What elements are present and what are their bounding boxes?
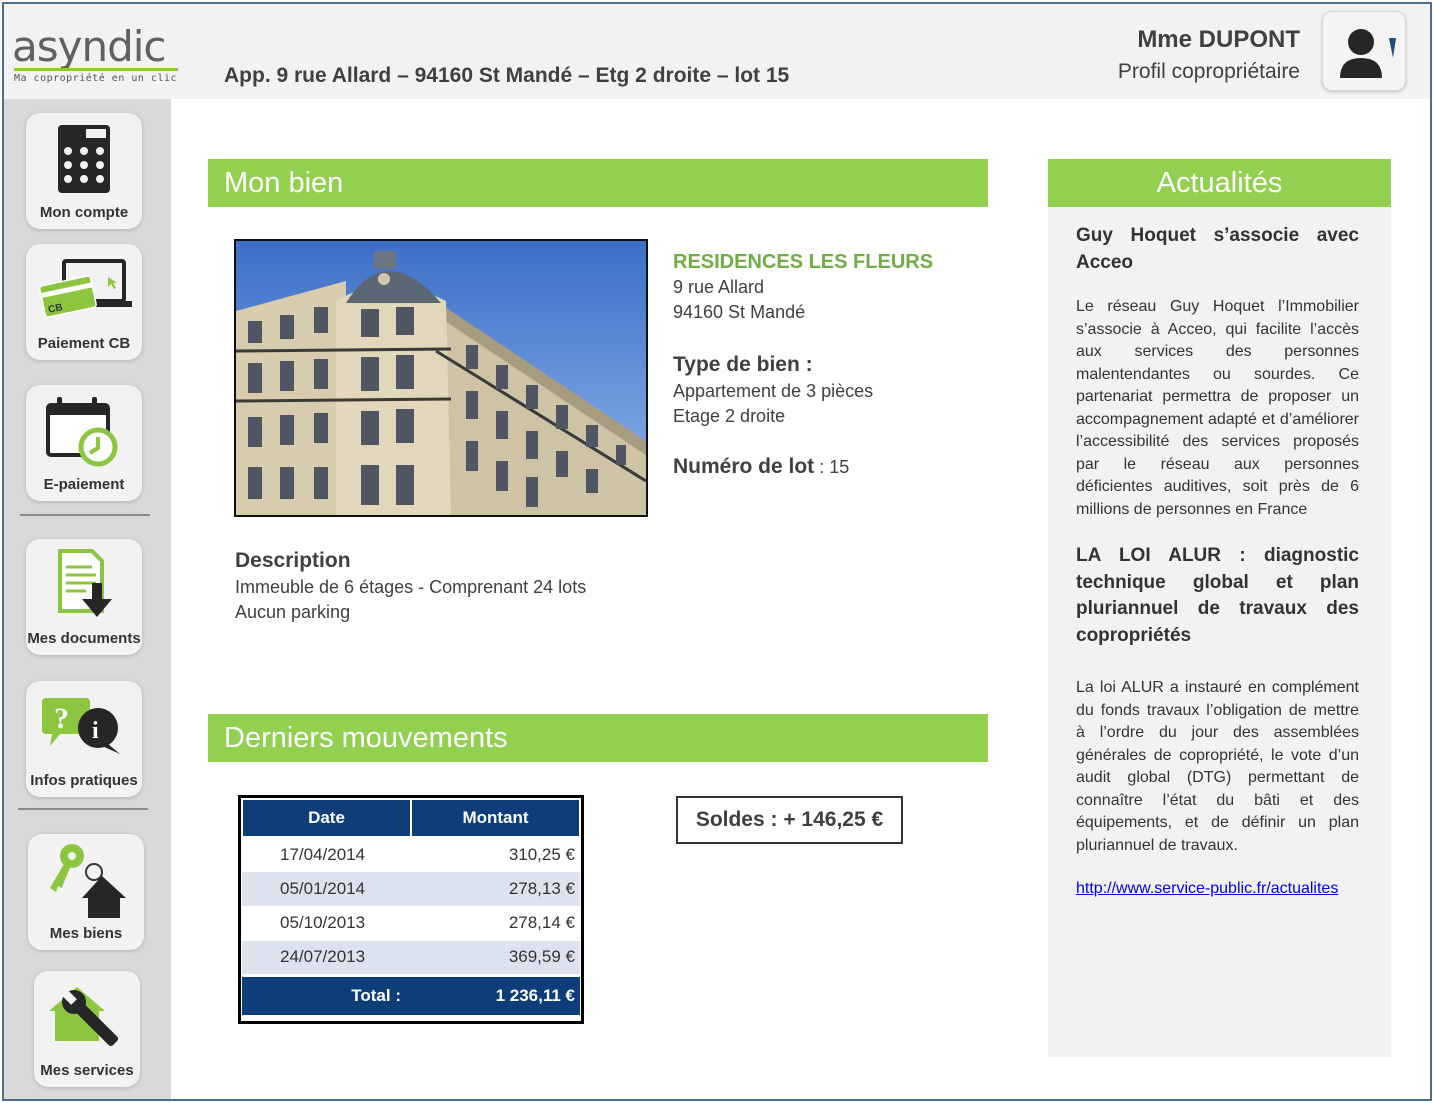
news-item-title[interactable]: LA LOI ALUR : diagnostic technique globa… — [1076, 543, 1359, 649]
property-info: RESIDENCES LES FLEURS 9 rue Allard 94160… — [673, 249, 993, 481]
table-row: 24/07/2013 369,59 € — [242, 940, 580, 975]
cell-montant: 310,25 € — [508, 844, 575, 864]
sidebar-divider — [20, 514, 150, 516]
section-title: Actualités — [1156, 167, 1283, 199]
building-photo — [234, 239, 648, 517]
news-link[interactable]: http://www.service-public.fr/actualites — [1076, 878, 1338, 900]
property-type-line1: Appartement de 3 pièces — [673, 381, 874, 401]
news-item-title[interactable]: Guy Hoquet s’associe avec Acceo — [1076, 223, 1359, 276]
sidebar-item-label: Mes documents — [27, 630, 141, 647]
user-role: Profil copropriétaire — [1117, 60, 1300, 83]
lot-number-row: Numéro de lot : 15 — [673, 453, 993, 481]
column-header-montant: Montant — [410, 798, 581, 838]
logo-wordmark: asyndic — [12, 22, 167, 71]
calculator-icon — [58, 125, 110, 193]
sidebar-item-mon-compte[interactable]: Mon compte — [26, 113, 142, 229]
column-header-date: Date — [241, 798, 412, 838]
sidebar-item-mes-documents[interactable]: Mes documents — [26, 539, 142, 655]
news-header: Actualités — [1048, 159, 1391, 207]
news-item-text: La loi ALUR a instauré en complément du … — [1076, 679, 1359, 854]
sidebar-item-label: Mon compte — [39, 204, 129, 221]
table-total-row: Total : 1 236,11 € — [242, 973, 580, 1015]
total-value: 1 236,11 € — [411, 973, 580, 1015]
house-wrench-icon — [49, 987, 119, 1047]
sidebar-item-label: Mes services — [40, 1062, 134, 1079]
svg-text:i: i — [92, 718, 99, 744]
header: asyndic Ma copropriété en un clic App. 9… — [4, 4, 1430, 99]
app-frame: asyndic Ma copropriété en un clic App. 9… — [2, 2, 1432, 1101]
news-panel: Actualités Guy Hoquet s’associe avec Acc… — [1048, 159, 1391, 1057]
residence-name: RESIDENCES LES FLEURS — [673, 251, 934, 273]
sidebar-item-mes-services[interactable]: Mes services — [34, 971, 140, 1087]
table-row: 05/10/2013 278,14 € — [242, 906, 580, 941]
logo-underline — [14, 68, 178, 71]
calendar-clock-icon — [46, 397, 118, 467]
balance-box: Soldes : + 146,25 € — [676, 796, 903, 844]
cell-date: 05/01/2014 — [242, 871, 411, 906]
user-silhouette-icon — [1340, 29, 1396, 78]
news-body: Guy Hoquet s’associe avec Acceo Le résea… — [1076, 223, 1359, 900]
sidebar: Mon compte CB Paiement CB E-paiement Mes… — [4, 99, 171, 1099]
sidebar-item-paiement-cb[interactable]: CB Paiement CB — [26, 244, 142, 360]
table-row: 05/01/2014 278,13 € — [242, 871, 580, 906]
sidebar-item-label: Mes biens — [49, 925, 123, 942]
user-avatar-button[interactable] — [1322, 11, 1406, 91]
cell-date: 17/04/2014 — [280, 844, 366, 864]
property-description: Description Immeuble de 6 étages - Compr… — [235, 547, 795, 625]
lot-number-label: Numéro de lot — [673, 455, 815, 478]
sidebar-item-label: E-paiement — [43, 476, 125, 493]
lot-number-value: : 15 — [814, 457, 850, 477]
svg-text:?: ? — [54, 702, 69, 735]
cell-montant: 369,59 € — [411, 940, 580, 975]
property-address: App. 9 rue Allard – 94160 St Mandé – Etg… — [224, 64, 790, 87]
cell-date: 24/07/2013 — [242, 940, 411, 975]
section-header-derniers-mouvements: Derniers mouvements — [208, 714, 988, 762]
section-title: Mon bien — [224, 167, 344, 199]
sidebar-item-e-paiement[interactable]: E-paiement — [26, 385, 142, 501]
section-header-mon-bien: Mon bien — [208, 159, 988, 207]
credit-card-laptop-icon: CB — [39, 259, 132, 318]
movements-table: Date Montant 17/04/2014 310,25 € 05/01/2… — [238, 795, 584, 1024]
property-type-line2: Etage 2 droite — [673, 406, 786, 426]
residence-street: 9 rue Allard — [673, 277, 765, 297]
news-item-text: Le réseau Guy Hoquet l’Immobilier s’asso… — [1076, 298, 1359, 518]
sidebar-item-mes-biens[interactable]: Mes biens — [28, 834, 144, 950]
sidebar-item-label: Paiement CB — [37, 335, 131, 352]
description-line2: Aucun parking — [235, 602, 351, 622]
sidebar-item-label: Infos pratiques — [30, 772, 138, 789]
description-line1: Immeuble de 6 étages - Comprenant 24 lot… — [235, 577, 587, 597]
key-house-icon — [50, 844, 126, 918]
question-info-bubbles-icon: ? i — [42, 698, 120, 754]
sidebar-divider — [18, 808, 148, 810]
user-name: Mme DUPONT — [1137, 26, 1300, 53]
description-label: Description — [235, 549, 351, 572]
document-download-icon — [58, 549, 112, 617]
section-title: Derniers mouvements — [224, 722, 508, 754]
residence-city: 94160 St Mandé — [673, 302, 806, 322]
cell-montant: 278,14 € — [508, 913, 575, 933]
total-label: Total : — [242, 973, 411, 1015]
cell-montant: 278,13 € — [411, 871, 580, 906]
sidebar-item-infos-pratiques[interactable]: ? i Infos pratiques — [26, 681, 142, 797]
logo[interactable]: asyndic Ma copropriété en un clic — [12, 22, 182, 88]
property-type-label: Type de bien : — [673, 353, 813, 376]
building-image — [236, 241, 646, 515]
logo-tagline: Ma copropriété en un clic — [14, 73, 178, 84]
cell-date: 05/10/2013 — [280, 913, 366, 933]
table-row: 17/04/2014 310,25 € — [242, 837, 580, 872]
